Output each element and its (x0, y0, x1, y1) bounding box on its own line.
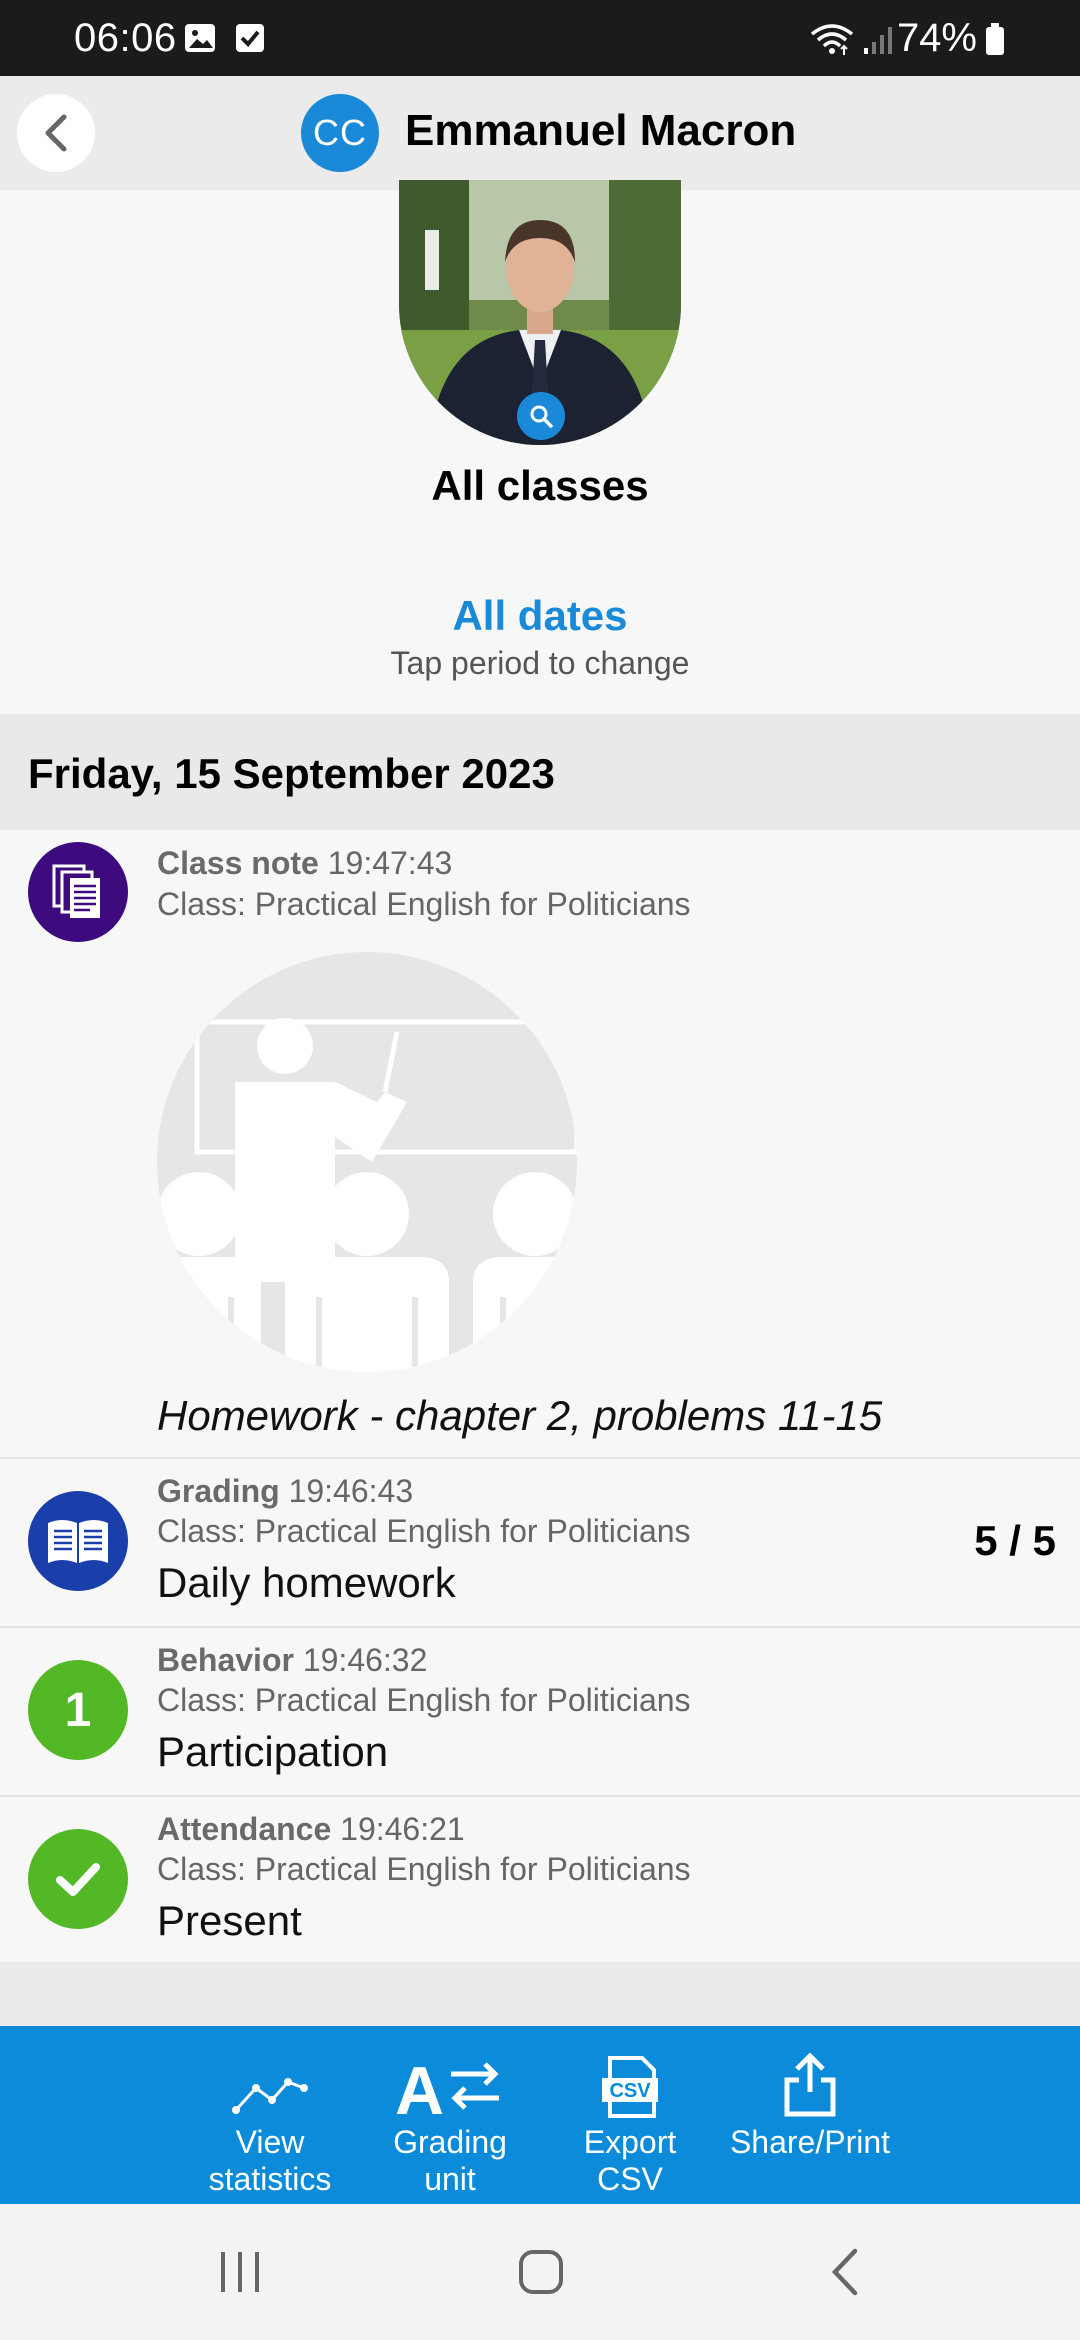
behavior-badge-icon: 1 (28, 1660, 128, 1760)
classroom-image[interactable] (157, 952, 577, 1372)
entry-meta: Grading 19:46:43 (157, 1473, 413, 1510)
home-button[interactable] (511, 2242, 571, 2302)
entry-time: 19:46:21 (340, 1811, 465, 1847)
grading-unit-button[interactable]: A Grading unit (380, 2026, 520, 2204)
entry-type: Attendance (157, 1811, 332, 1847)
status-bar: 06:06 74% (0, 0, 1080, 76)
share-print-button[interactable]: Share/Print (720, 2026, 900, 2204)
svg-text:CSV: CSV (609, 2080, 651, 2102)
behavior-badge-value: 1 (64, 1683, 92, 1737)
entry-type: Class note (157, 845, 319, 881)
chevron-left-icon (45, 114, 67, 152)
date-filter[interactable]: All dates (0, 592, 1080, 640)
bottom-toolbar: View statistics A Grading unit CSV Export C… (0, 2026, 1080, 2204)
entry-behavior-name: Participation (157, 1728, 389, 1775)
entry-type: Grading (157, 1473, 280, 1509)
entry-meta: Behavior 19:46:32 (157, 1642, 427, 1679)
toolbar-label: unit (424, 2161, 476, 2197)
csv-icon: CSV (602, 2056, 658, 2118)
entry-type: Behavior (157, 1642, 294, 1678)
status-time: 06:06 (74, 16, 177, 60)
entry-class: Class: Practical English for Politicians (157, 1682, 691, 1718)
list-item-grading[interactable]: Grading 19:46:43 Class: Practical Englis… (0, 1459, 1080, 1626)
date-header-label: Friday, 15 September 2023 (28, 750, 555, 797)
system-back-button[interactable] (815, 2242, 875, 2302)
share-icon (784, 2052, 836, 2117)
notes-icon (28, 842, 128, 942)
date-filter-hint: Tap period to change (390, 645, 690, 681)
battery-percent: 74% (896, 16, 977, 60)
entry-meta: Attendance 19:46:21 (157, 1811, 465, 1848)
signal-icon (862, 22, 896, 56)
grade-score: 5 / 5 (974, 1517, 1056, 1564)
list-item-behavior[interactable]: 1 Behavior 19:46:32 Class: Practical Eng… (0, 1628, 1080, 1795)
app-logo: CC (301, 94, 379, 172)
toolbar-label: CSV (597, 2161, 663, 2197)
list-footer-spacer (0, 1962, 1080, 2026)
entry-class: Class: Practical English for Politicians (157, 1851, 691, 1887)
classroom-illustration-icon (157, 952, 577, 1372)
view-statistics-button[interactable]: View statistics (190, 2026, 350, 2204)
recent-apps-button[interactable] (210, 2242, 270, 2302)
recent-apps-icon (221, 2252, 259, 2292)
checkmark-icon (28, 1829, 128, 1929)
toolbar-label: View (235, 2124, 305, 2160)
entry-class: Class: Practical English for Politicians (157, 1513, 691, 1549)
book-icon (28, 1491, 128, 1591)
grading-unit-icon: A (395, 2053, 499, 2118)
toolbar-label: statistics (208, 2161, 332, 2197)
statistics-icon (232, 2078, 308, 2114)
entry-class: Class: Practical English for Politicians (157, 886, 691, 922)
list-item-attendance[interactable]: Attendance 19:46:21 Class: Practical Eng… (0, 1797, 1080, 1962)
back-button[interactable] (17, 94, 95, 172)
system-nav-bar (0, 2204, 1080, 2340)
entry-grade-name: Daily homework (157, 1559, 456, 1606)
entry-time: 19:46:32 (302, 1642, 428, 1678)
back-icon (831, 2248, 858, 2296)
gallery-icon (184, 22, 220, 56)
battery-icon (983, 22, 1007, 56)
date-section-header: Friday, 15 September 2023 (0, 714, 1080, 830)
class-filter[interactable]: All classes (0, 462, 1080, 510)
zoom-photo-button[interactable] (517, 392, 565, 440)
svg-text:A: A (395, 2053, 444, 2118)
entry-time: 19:46:43 (288, 1473, 414, 1509)
home-icon (519, 2250, 563, 2294)
entry-note-text: Homework - chapter 2, problems 11-15 (157, 1392, 883, 1439)
entry-meta: Class note 19:47:43 (157, 845, 452, 882)
list-item-class-note[interactable]: Class note 19:47:43 Class: Practical Eng… (0, 830, 1080, 1457)
export-csv-button[interactable]: CSV Export CSV (570, 2026, 690, 2204)
app-bar: CC Emmanuel Macron (0, 76, 1080, 190)
toolbar-label: Share/Print (729, 2124, 891, 2160)
toolbar-label: Grading (393, 2124, 507, 2160)
wifi-icon (808, 22, 856, 56)
page-title: Emmanuel Macron (405, 106, 797, 155)
entry-attendance-status: Present (157, 1897, 302, 1944)
checkbox-icon (234, 22, 270, 56)
entry-time: 19:47:43 (327, 845, 453, 881)
search-icon (530, 405, 553, 428)
toolbar-label: Export (583, 2124, 677, 2160)
